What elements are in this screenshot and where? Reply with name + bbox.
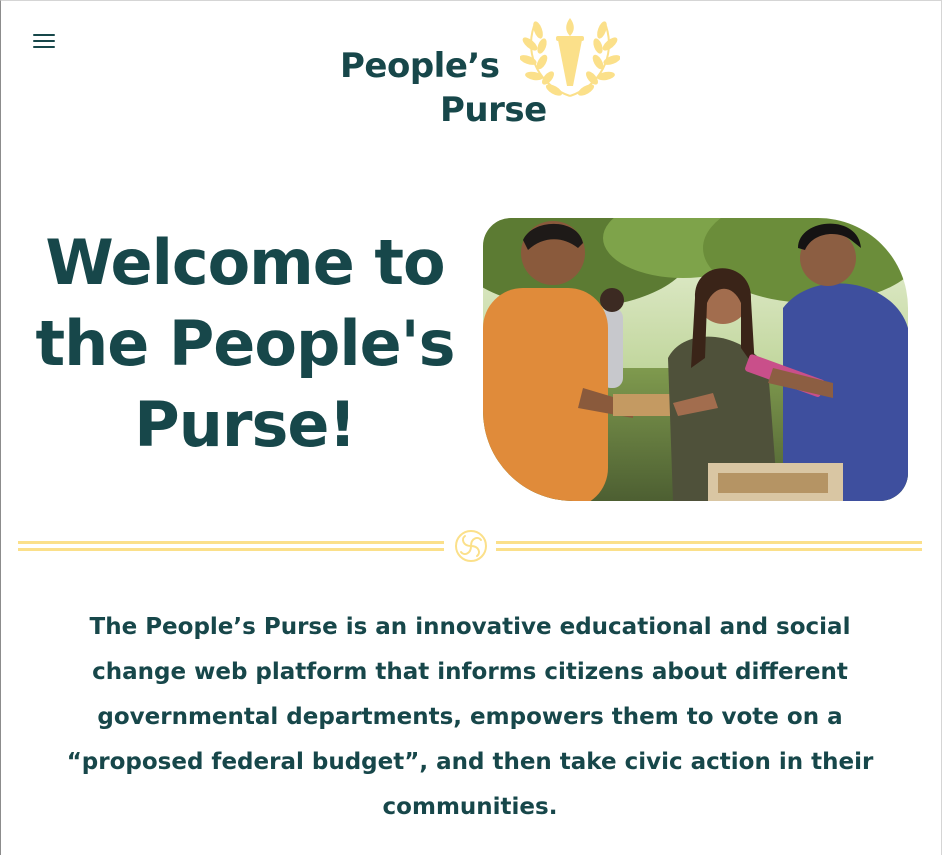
volunteers-photo: [483, 218, 908, 501]
hero-title: Welcome to the People's Purse!: [35, 226, 455, 461]
section-divider: [18, 527, 922, 565]
intro-paragraph: The People’s Purse is an innovative educ…: [66, 614, 874, 820]
swirl-ornament-icon: [455, 530, 487, 562]
laurel-torch-icon: [520, 18, 620, 97]
site-logo[interactable]: People’s Purse: [338, 14, 628, 134]
hamburger-menu-icon[interactable]: [30, 30, 60, 52]
logo-text-line1: People’s: [340, 46, 500, 86]
